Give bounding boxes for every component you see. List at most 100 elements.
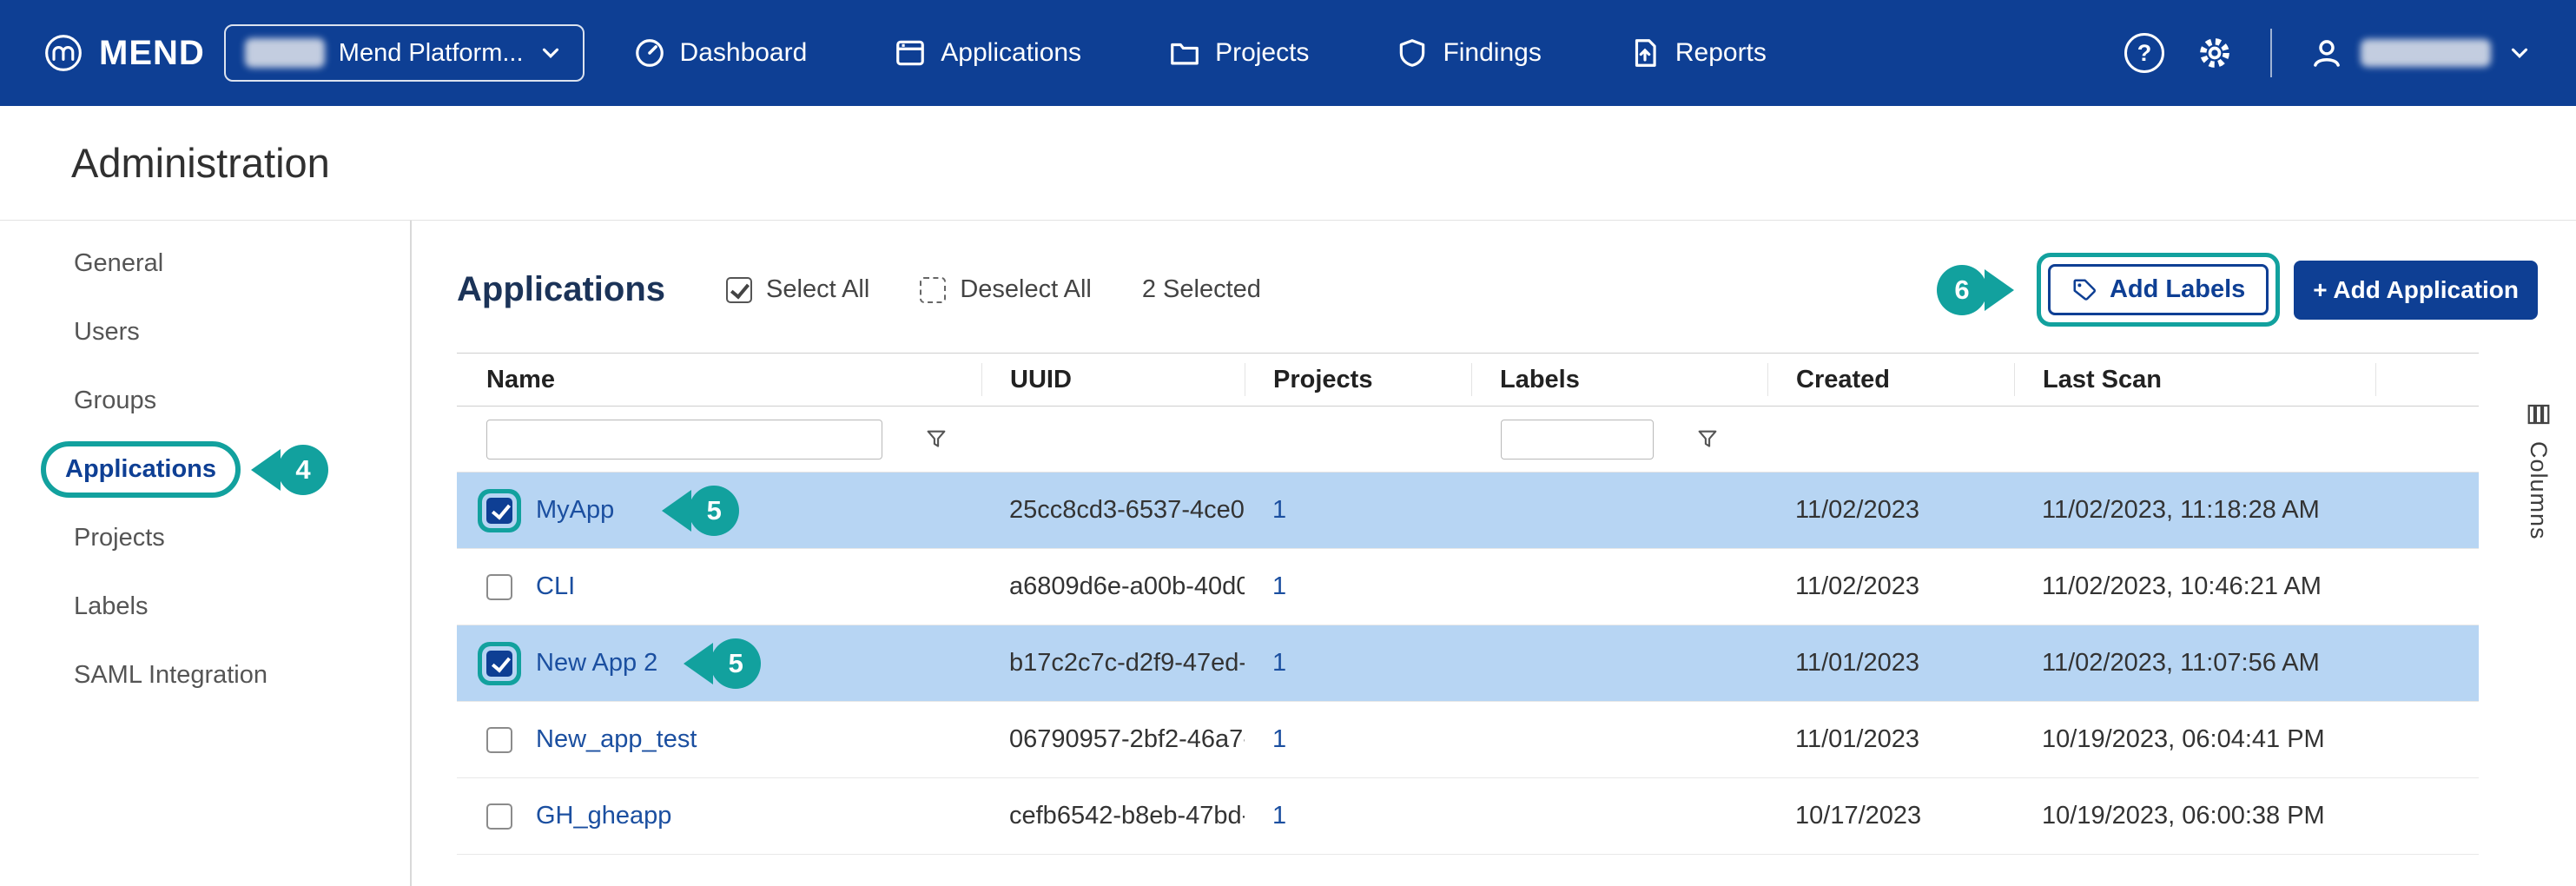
tag-icon [2071,277,2097,303]
row-checkbox[interactable] [486,651,512,677]
projects-count-link[interactable]: 1 [1272,649,1286,677]
table-row[interactable]: New App 2 5 b17c2c7c-d2f9-47ed-90 1 11/0… [457,625,2479,702]
top-nav: MEND Mend Platform... Dashboard [0,0,2576,106]
admin-sidebar: General Users Groups Applications 4 Proj… [0,221,412,886]
applications-icon [894,36,927,69]
mend-logo-icon [43,33,83,73]
annotation-step-4: 4 [251,445,328,495]
table-filter-row [457,407,2479,473]
app-name-link[interactable]: CLI [536,572,575,601]
nav-items: Dashboard Applications Projects [633,36,1767,69]
column-header-uuid: UUID [981,363,1245,396]
column-header-projects: Projects [1245,363,1471,396]
projects-count-link[interactable]: 1 [1272,725,1286,753]
brand-name: MEND [99,34,205,73]
projects-count-link[interactable]: 1 [1272,802,1286,830]
nav-item-findings[interactable]: Findings [1396,36,1541,69]
redacted-org-name [245,38,325,68]
gear-icon[interactable] [2196,34,2234,72]
created-cell: 10/17/2023 [1767,802,2014,830]
table-row[interactable]: GH_gheapp cefb6542-b8eb-47bd-8 1 10/17/2… [457,778,2479,855]
name-filter-input[interactable] [486,420,882,460]
sidebar-item-label: General [74,249,163,278]
nav-divider [2270,29,2272,77]
add-labels-label: Add Labels [2110,275,2245,304]
sidebar-item-saml-integration[interactable]: SAML Integration [0,641,410,710]
brand: MEND [43,33,205,73]
org-selector-label: Mend Platform... [339,39,524,68]
add-application-button[interactable]: + Add Application [2294,261,2538,320]
nav-item-label: Applications [941,38,1081,68]
sidebar-item-label: Groups [74,387,156,415]
table-row[interactable]: New_app_test 06790957-2bf2-46a7-b 1 11/0… [457,702,2479,778]
applications-table: Name UUID Projects Labels Created Last S… [457,353,2479,855]
folder-icon [1168,36,1201,69]
app-name-link[interactable]: GH_gheapp [536,802,671,830]
columns-panel-label: Columns [2525,441,2552,540]
org-selector[interactable]: Mend Platform... [224,24,585,82]
column-header-name: Name [457,363,981,396]
app-name-link[interactable]: New_app_test [536,725,697,754]
sidebar-item-label: Users [74,318,140,347]
column-header-labels: Labels [1471,363,1767,396]
callout-number: 5 [710,638,761,689]
nav-item-dashboard[interactable]: Dashboard [633,36,808,69]
nav-item-applications[interactable]: Applications [894,36,1081,69]
columns-icon [2526,401,2552,427]
uuid-cell: cefb6542-b8eb-47bd-8 [981,802,1245,830]
shield-icon [1396,36,1429,69]
sidebar-item-label: Labels [74,592,148,621]
projects-count-link[interactable]: 1 [1272,496,1286,524]
labels-filter-input[interactable] [1501,420,1654,460]
select-all-button[interactable]: Select All [726,275,869,304]
row-checkbox[interactable] [486,574,512,600]
sidebar-item-applications-active[interactable]: Applications [41,441,241,498]
row-checkbox[interactable] [486,498,512,524]
add-labels-button[interactable]: Add Labels [2048,264,2269,315]
user-icon [2308,35,2345,71]
add-labels-highlight: Add Labels [2037,253,2280,327]
last-scan-cell: 10/19/2023, 06:04:41 PM [2014,725,2375,754]
uuid-cell: a6809d6e-a00b-40d0-b [981,572,1245,601]
help-icon[interactable]: ? [2124,33,2164,73]
nav-item-projects[interactable]: Projects [1168,36,1309,69]
nav-item-reports[interactable]: Reports [1628,36,1767,69]
callout-arrow-icon [662,490,691,532]
row-checkbox[interactable] [486,727,512,753]
nav-item-label: Reports [1675,38,1767,68]
callout-number: 4 [278,445,328,495]
created-cell: 11/01/2023 [1767,725,2014,754]
filter-funnel-icon[interactable] [924,427,948,452]
sidebar-item-general[interactable]: General [0,229,410,298]
sidebar-item-labels[interactable]: Labels [0,572,410,641]
app-name-link[interactable]: New App 2 [536,649,657,678]
report-icon [1628,36,1661,69]
sidebar-item-users[interactable]: Users [0,298,410,367]
sidebar-item-projects[interactable]: Projects [0,504,410,572]
sidebar-item-label: SAML Integration [74,661,268,690]
sidebar-item-groups[interactable]: Groups [0,367,410,435]
uuid-cell: b17c2c7c-d2f9-47ed-90 [981,649,1245,678]
deselect-all-button[interactable]: Deselect All [920,275,1092,304]
callout-number: 6 [1937,265,1987,315]
callout-arrow-icon [684,643,713,684]
callout-number: 5 [689,486,739,536]
last-scan-cell: 10/19/2023, 06:00:38 PM [2014,802,2375,830]
user-menu[interactable] [2308,35,2533,71]
page-title: Administration [71,139,330,187]
applications-toolbar: Applications Select All Deselect All 2 S… [457,253,2538,327]
table-row[interactable]: MyApp 5 25cc8cd3-6537-4ce0-af 1 11/02/20… [457,473,2479,549]
column-header-extra [2375,363,2479,396]
app-name-link[interactable]: MyApp [536,496,614,525]
content: General Users Groups Applications 4 Proj… [0,221,2576,886]
projects-count-link[interactable]: 1 [1272,572,1286,600]
section-title: Applications [457,270,665,309]
redacted-user-name [2361,39,2491,67]
row-checkbox[interactable] [486,803,512,830]
table-header-row: Name UUID Projects Labels Created Last S… [457,353,2479,407]
columns-panel-toggle[interactable]: Columns [2525,401,2552,540]
uuid-cell: 25cc8cd3-6537-4ce0-af [981,496,1245,525]
filter-funnel-icon[interactable] [1695,427,1720,452]
nav-item-label: Projects [1215,38,1309,68]
table-row[interactable]: CLI a6809d6e-a00b-40d0-b 1 11/02/2023 11… [457,549,2479,625]
